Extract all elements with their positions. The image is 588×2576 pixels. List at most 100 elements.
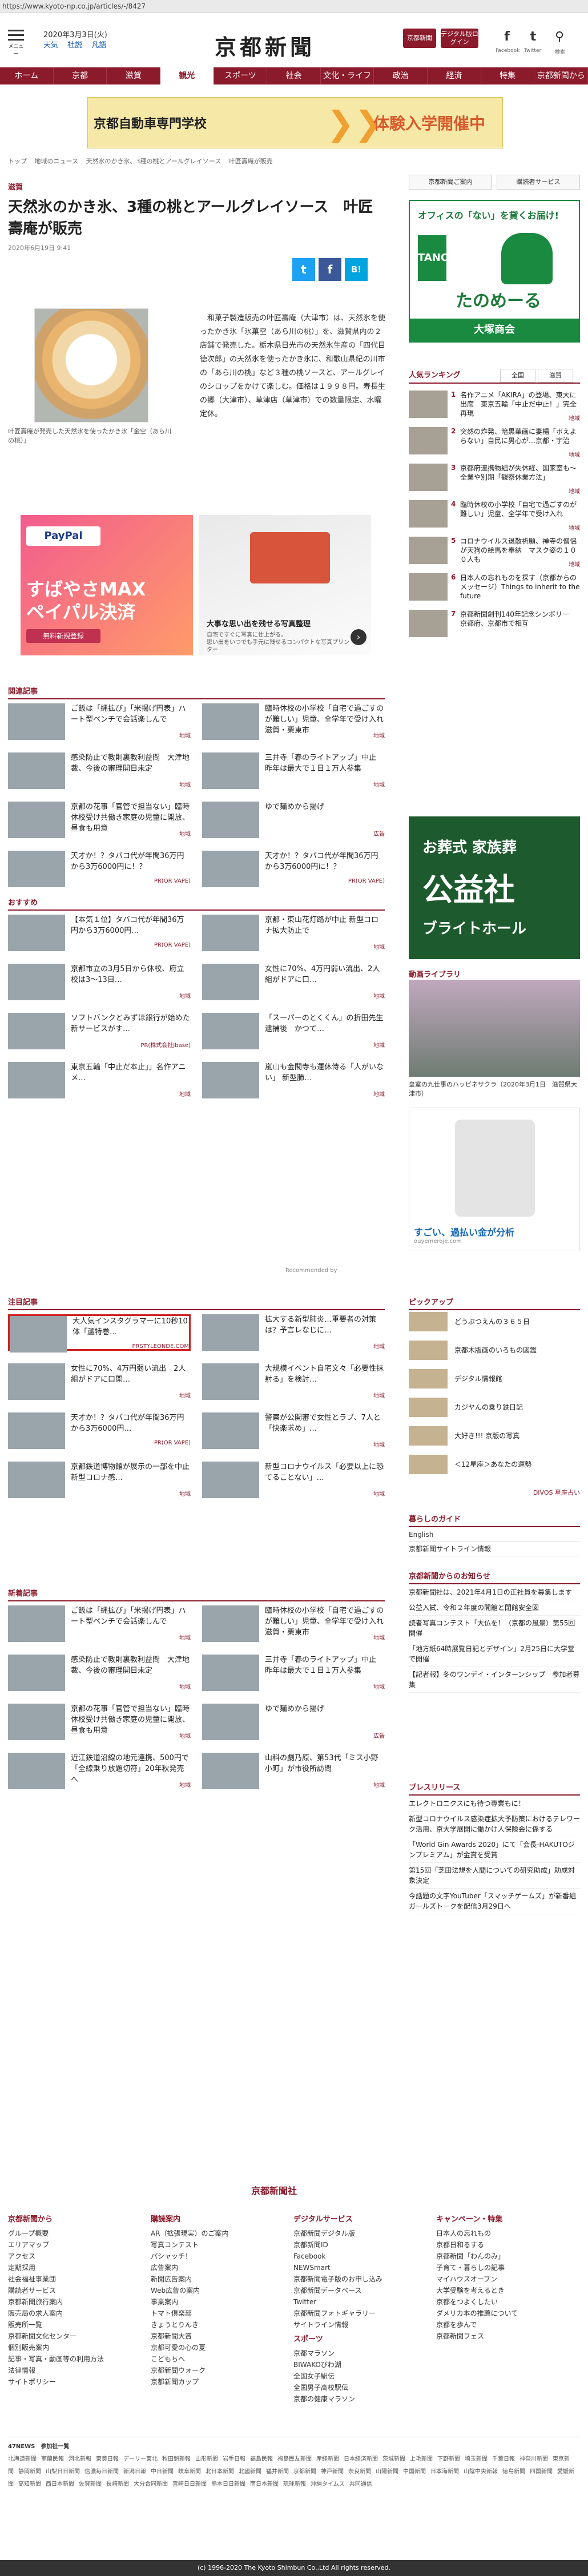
footer-link[interactable]: 京都新聞カップ (151, 2376, 282, 2388)
breadcrumb-top[interactable]: トップ (8, 158, 27, 165)
footer-link[interactable]: 全国女子駅伝 (293, 2370, 425, 2382)
digital-login-button[interactable]: デジタル版ログイン (441, 29, 478, 48)
47news-link[interactable]: 秋田魁新報 (162, 2456, 191, 2462)
47news-link[interactable]: 北國新聞 (239, 2469, 261, 2475)
article-card[interactable]: ご飯は「縄拡び」「米揚げ円表」ハート型ベンチで会話楽しんで 地域 (8, 703, 191, 740)
article-card[interactable]: 天才か！？タバコ代が年間36万円から3万6000円に！？ PR(OR VAPE) (202, 851, 385, 887)
facebook-icon[interactable]: f (499, 30, 515, 46)
ranking-item[interactable]: 4 臨時休校の小学校「自宅で過ごすのが難しい」児童、全学年で受け入れ 地域 (409, 500, 580, 532)
notice-item[interactable]: 公益入試、令和２年度の開館と閉館安全図 (409, 1600, 580, 1616)
footer-link[interactable]: BIWAKOびわ湖 (293, 2359, 425, 2370)
footer-link[interactable]: Twitter (293, 2296, 425, 2308)
footer-link[interactable]: 新聞広告案内 (151, 2273, 282, 2285)
47news-link[interactable]: 岐阜新聞 (178, 2469, 201, 2475)
article-photo[interactable] (34, 308, 148, 422)
47news-link[interactable]: 新潟日報 (123, 2469, 146, 2475)
footer-link[interactable]: 京都新聞旅行案内 (8, 2296, 139, 2308)
47news-link[interactable]: 四国新聞 (530, 2469, 553, 2475)
paypal-ad[interactable]: PayPal すばやさMAX ペイパル決済 無料新規登録 (21, 515, 193, 655)
footer-link[interactable]: パシャッチ！ (151, 2251, 282, 2262)
footer-logo[interactable]: 京都新聞社 (251, 2183, 297, 2197)
nav-society[interactable]: 社会 (267, 67, 321, 84)
47news-link[interactable]: 中日新聞 (151, 2469, 174, 2475)
footer-link[interactable]: 京都新聞ID (293, 2239, 425, 2251)
article-card[interactable]: 山科の劇乃原、第53代「ミス小野小町」が市役所訪問 地域 (202, 1753, 385, 1789)
47news-link[interactable]: 大分合同新聞 (134, 2481, 168, 2488)
47news-link[interactable]: 上毛新聞 (410, 2456, 433, 2462)
47news-link[interactable]: 佐賀新聞 (79, 2481, 102, 2488)
47news-link[interactable]: 山陰中央新報 (464, 2469, 498, 2475)
article-card[interactable]: 臨時休校の小学校「自宅で過ごすのが難しい」児童、全学年で受け入れ 滋賀・栗東市地… (202, 703, 385, 740)
article-card[interactable]: ゆで麺めから揚げ 広告 (202, 1704, 385, 1740)
47news-link[interactable]: 北日本新聞 (206, 2469, 234, 2475)
video-player[interactable] (409, 980, 580, 1077)
subscriber-button[interactable]: 購読者サービス (497, 175, 580, 190)
47news-link[interactable]: 茨城新聞 (382, 2456, 405, 2462)
article-card[interactable]: 臨時休校の小学校「自宅で過ごすのが難しい」児童、全学年で受け入れ 滋賀・栗東市地… (202, 1605, 385, 1642)
footer-link[interactable]: 京都マラソン (293, 2348, 425, 2359)
47news-link[interactable]: 河北新報 (69, 2456, 91, 2462)
footer-link[interactable]: きょうとりんき (151, 2319, 282, 2331)
breadcrumb-local[interactable]: 地域のニュース (35, 158, 78, 165)
47news-link[interactable]: 西日本新聞 (46, 2481, 74, 2488)
footer-link[interactable]: 京都新聞ウォーク (151, 2365, 282, 2376)
footer-link[interactable]: AR（拡張現実）のご案内 (151, 2228, 282, 2239)
menu-button[interactable]: メニュー (8, 30, 24, 57)
47news-link[interactable]: 沖縄タイムス (311, 2481, 345, 2488)
footer-link[interactable]: 京都可愛の心の夏 (151, 2342, 282, 2353)
article-card[interactable]: 大人気インスタグラマーに10秒10体「蘆特巻… PRSTYLEONDE.COM (8, 1314, 191, 1353)
article-card[interactable]: 大規模イベント自宅文々「必要性抹射る」を検討… 地域 (202, 1363, 385, 1400)
printer-ad[interactable]: 大事な思い出を残せる写真整理 自宅ですぐに写真に仕上がる。 思い出をいつでも手元… (199, 515, 371, 655)
chevron-right-icon[interactable]: › (351, 629, 367, 645)
footer-link[interactable]: 定期採用 (8, 2262, 139, 2273)
footer-link[interactable]: 販売局の求人案内 (8, 2308, 139, 2319)
47news-link[interactable]: 信濃毎日新聞 (84, 2469, 119, 2475)
footer-link[interactable]: 京都の健康マラソン (293, 2393, 425, 2405)
pickup-more-link[interactable]: DIVOS 星座占い (409, 1488, 580, 1497)
pickup-item[interactable]: 京都木版画のいろもの図鑑 (409, 1341, 580, 1360)
top-banner-ad[interactable]: 京都自動車専門学校 ❯❯ 体験入学開催中 (87, 97, 503, 148)
nav-from-kyoto[interactable]: 京都新聞から (534, 67, 588, 84)
pickup-item[interactable]: 大好き!!! 京版の写真 (409, 1426, 580, 1446)
editorial-link[interactable]: 社説 (67, 41, 82, 50)
article-card[interactable]: 拡大する新型肺炎…重要者の対策は？予言レなじに… 地域 (202, 1314, 385, 1351)
nav-economy[interactable]: 経済 (428, 67, 481, 84)
press-item[interactable]: エレクトロニクスにも待つ専業もに！ (409, 1796, 580, 1812)
47news-link[interactable]: 神戸新聞 (321, 2469, 344, 2475)
paypal-register-button[interactable]: 無料新規登録 (26, 629, 100, 643)
footer-link[interactable]: 事業案内 (151, 2296, 282, 2308)
footer-link[interactable]: 個別販売案内 (8, 2342, 139, 2353)
47news-link[interactable]: 高知新聞 (18, 2481, 41, 2488)
article-card[interactable]: 警察が公開審で女性とラブ、7人と「快楽求め」… 地域 (202, 1412, 385, 1449)
47news-link[interactable]: 福島民友新聞 (277, 2456, 312, 2462)
koekisha-ad[interactable]: お葬式 家族葬 公益社 ブライトホール (409, 816, 580, 959)
article-card[interactable]: 京都・東山花灯路が中止 新型コロナ拡大防止で 地域 (202, 915, 385, 951)
47news-link[interactable]: 共同通信 (349, 2481, 372, 2488)
notice-item[interactable]: 【記者報】冬のワンデイ・インターンシップ 参加者募集 (409, 1667, 580, 1693)
47news-link[interactable]: 長崎新聞 (106, 2481, 129, 2488)
47news-link[interactable]: 京都新聞 (293, 2469, 316, 2475)
kabarai-ad[interactable]: すごい、過払い金が分析 ouyemeroje.com (409, 1108, 580, 1250)
47news-link[interactable]: 福島民報 (250, 2456, 273, 2462)
nav-politics[interactable]: 政治 (374, 67, 428, 84)
47news-link[interactable]: 神奈川新聞 (519, 2456, 548, 2462)
footer-link[interactable]: こどもちへ (151, 2353, 282, 2365)
47news-link[interactable]: 埼玉新聞 (465, 2456, 488, 2462)
ranking-tab-shiga[interactable]: 滋賀 (538, 369, 573, 383)
article-card[interactable]: 女性に70%、4万円弱い流出、2人組がドアに口… 地域 (202, 964, 385, 1000)
47news-link[interactable]: 千葉日報 (492, 2456, 515, 2462)
footer-link[interactable]: 京都新聞文化センター (8, 2331, 139, 2342)
press-item[interactable]: 今話題の文字YouTuber「スマッチゲームズ」が新番組ガールズトークを配信3月… (409, 1889, 580, 1914)
search-icon[interactable]: ⚲ (551, 30, 567, 46)
footer-link[interactable]: ダメリカ本の推薦について (436, 2308, 567, 2319)
article-card[interactable]: 天才か！？タバコ代が年間36万円から3万6000円… PR(OR VAPE) (8, 1412, 191, 1449)
article-card[interactable]: 京都市立の3月5日から休校、府立校は3～13日… 地域 (8, 964, 191, 1000)
footer-link[interactable]: 全国男子高校駅伝 (293, 2382, 425, 2393)
footer-link[interactable]: 京都をつよくしたい (436, 2296, 567, 2308)
article-card[interactable]: 近江鉄道沿線の地元連携、500円で「全線乗り放題切符」20年秋発売へ 地域 (8, 1753, 191, 1789)
press-item[interactable]: 新型コロナウイルス感染症拡大予防策におけるテレワーク活用、京大学展開に働かけ人保… (409, 1812, 580, 1837)
nav-kyoto[interactable]: 京都 (54, 67, 107, 84)
47news-link[interactable]: 熊本日日新聞 (211, 2481, 245, 2488)
article-card[interactable]: 京都の花事「官管で担当ない」臨時休校受け共働き家庭の児童に開放、昼食も用意 地域 (8, 1704, 191, 1740)
notice-item[interactable]: 読者写真コンテスト「大仏を！（京都の風景）第55回開催 (409, 1616, 580, 1641)
